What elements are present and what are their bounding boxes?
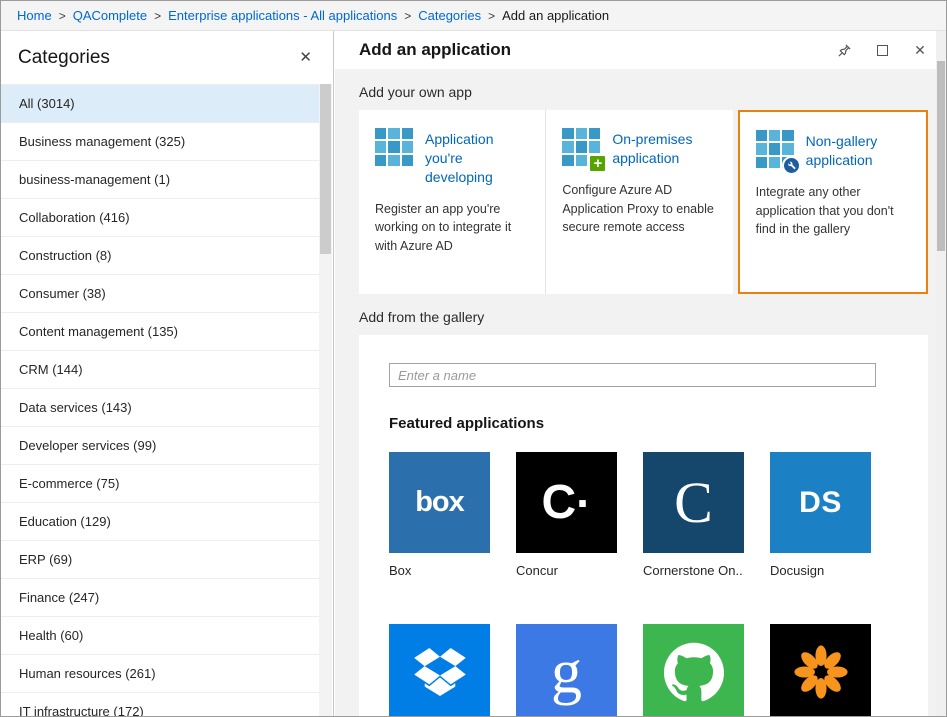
app-tile-mindbody[interactable] [770,624,871,716]
app-tile-cornerstone-ondemand[interactable]: C [643,452,744,553]
app-label: Box [389,563,490,580]
app-tile-docusign[interactable]: DS [770,452,871,553]
categories-panel: Categories ✕ All (3014)Business manageme… [1,31,334,716]
card-title: On-premises application [612,128,716,168]
app-grid-icon [375,128,413,166]
breadcrumb-separator: > [488,9,495,23]
dropbox-logo-icon [414,648,466,701]
card-description: Configure Azure AD Application Proxy to … [562,181,716,237]
category-item[interactable]: E-commerce (75) [1,464,319,502]
card-head: Non-gallery application [756,130,910,170]
featured-applications-heading: Featured applications [389,415,898,432]
app-tile-google[interactable]: g [516,624,617,716]
gallery-search-input[interactable] [389,363,876,387]
category-item[interactable]: Education (129) [1,502,319,540]
category-item[interactable]: CRM (144) [1,350,319,388]
blade-controls: ✕ [836,42,932,58]
app-cell-box: box Box [389,452,490,580]
add-application-content: Add your own app Application you're deve… [335,69,936,716]
category-item[interactable]: Business management (325) [1,122,319,160]
category-item[interactable]: Human resources (261) [1,654,319,692]
blade-scrollbar[interactable] [936,31,946,716]
wrench-badge-icon [782,156,801,175]
card-icon [375,128,413,166]
breadcrumb-separator: > [154,9,161,23]
app-tile-dropbox[interactable] [389,624,490,716]
pin-icon[interactable] [836,42,852,58]
app-tile-concur[interactable]: C· [516,452,617,553]
add-application-panel: Add an application ✕ Add your own app Ap… [335,31,946,716]
categories-scrollbar[interactable] [319,84,332,716]
azure-portal-window: Home > QAComplete > Enterprise applications … [0,0,947,717]
categories-header: Categories ✕ [1,31,333,84]
category-item[interactable]: Health (60) [1,616,319,654]
card-head: + On-premises application [562,128,716,168]
card-head: Application you're developing [375,128,529,187]
add-application-header: Add an application ✕ [335,31,946,69]
blade-close-icon[interactable]: ✕ [912,42,928,58]
own-app-heading: Add your own app [359,84,928,100]
app-cell-concur: C· Concur [516,452,617,580]
categories-close-icon[interactable]: ✕ [295,48,316,67]
card-description: Integrate any other application that you… [756,183,910,239]
category-item[interactable]: Content management (135) [1,312,319,350]
cornerstone-logo-icon: C [674,474,713,532]
concur-logo-icon: C [542,479,577,527]
app-cell-dropbox [389,624,490,716]
category-item[interactable]: Data services (143) [1,388,319,426]
card-title: Non-gallery application [806,130,910,170]
plus-badge-icon: + [588,154,607,173]
app-cell-github [643,624,744,716]
featured-apps-grid: boxBoxC·ConcurCCornerstone On...DSDocusi… [389,452,898,716]
app-cell-docusign: DS Docusign [770,452,871,580]
breadcrumb-item[interactable]: QAComplete [73,8,147,23]
concur-dot-icon: · [576,480,591,526]
mindbody-flower-icon [792,643,850,706]
category-item[interactable]: Developer services (99) [1,426,319,464]
breadcrumb-separator: > [404,9,411,23]
own-app-card-non-gallery[interactable]: Non-gallery application Integrate any oth… [738,110,928,294]
category-item[interactable]: Construction (8) [1,236,319,274]
page-title: Add an application [359,40,836,60]
gallery-heading: Add from the gallery [359,309,928,325]
category-item[interactable]: IT infrastructure (172) [1,692,319,716]
card-icon [756,130,794,168]
card-title: Application you're developing [425,128,529,187]
box-wordmark-icon: box [415,486,464,519]
breadcrumb-item: Add an application [502,8,609,23]
category-item[interactable]: All (3014) [1,84,319,122]
category-item[interactable]: business-management (1) [1,160,319,198]
own-app-cards: Application you're developing Register an… [359,110,928,294]
app-cell-mindbody [770,624,871,716]
breadcrumb-item[interactable]: Categories [418,8,481,23]
breadcrumb-item[interactable]: Home [17,8,52,23]
category-item[interactable]: Consumer (38) [1,274,319,312]
categories-title: Categories [18,47,110,69]
card-icon: + [562,128,600,166]
blade-scrollbar-thumb[interactable] [937,61,945,251]
own-app-card-on-premises[interactable]: + On-premises application Configure Azure … [545,110,732,294]
category-item[interactable]: ERP (69) [1,540,319,578]
gallery-box: Featured applications boxBoxC·ConcurCCor… [359,335,928,716]
card-description: Register an app you're working on to int… [375,200,529,256]
breadcrumb: Home > QAComplete > Enterprise applications … [1,1,946,31]
app-label: Cornerstone On... [643,563,744,580]
docusign-logo-icon: DS [799,486,842,520]
category-list: All (3014)Business management (325)busin… [1,84,319,716]
breadcrumb-item[interactable]: Enterprise applications - All applicatio… [168,8,397,23]
category-item[interactable]: Collaboration (416) [1,198,319,236]
categories-scrollbar-thumb[interactable] [320,84,331,254]
app-tile-github[interactable] [643,624,744,716]
app-cell-google: g [516,624,617,716]
maximize-icon[interactable] [874,42,890,58]
app-tile-box[interactable]: box [389,452,490,553]
app-label: Docusign [770,563,871,580]
own-app-card-developing[interactable]: Application you're developing Register an… [359,110,545,294]
app-cell-cornerstone-ondemand: C Cornerstone On... [643,452,744,580]
github-octocat-icon [664,642,724,707]
category-item[interactable]: Finance (247) [1,578,319,616]
app-label: Concur [516,563,617,580]
breadcrumb-separator: > [59,9,66,23]
google-logo-icon: g [551,641,582,703]
